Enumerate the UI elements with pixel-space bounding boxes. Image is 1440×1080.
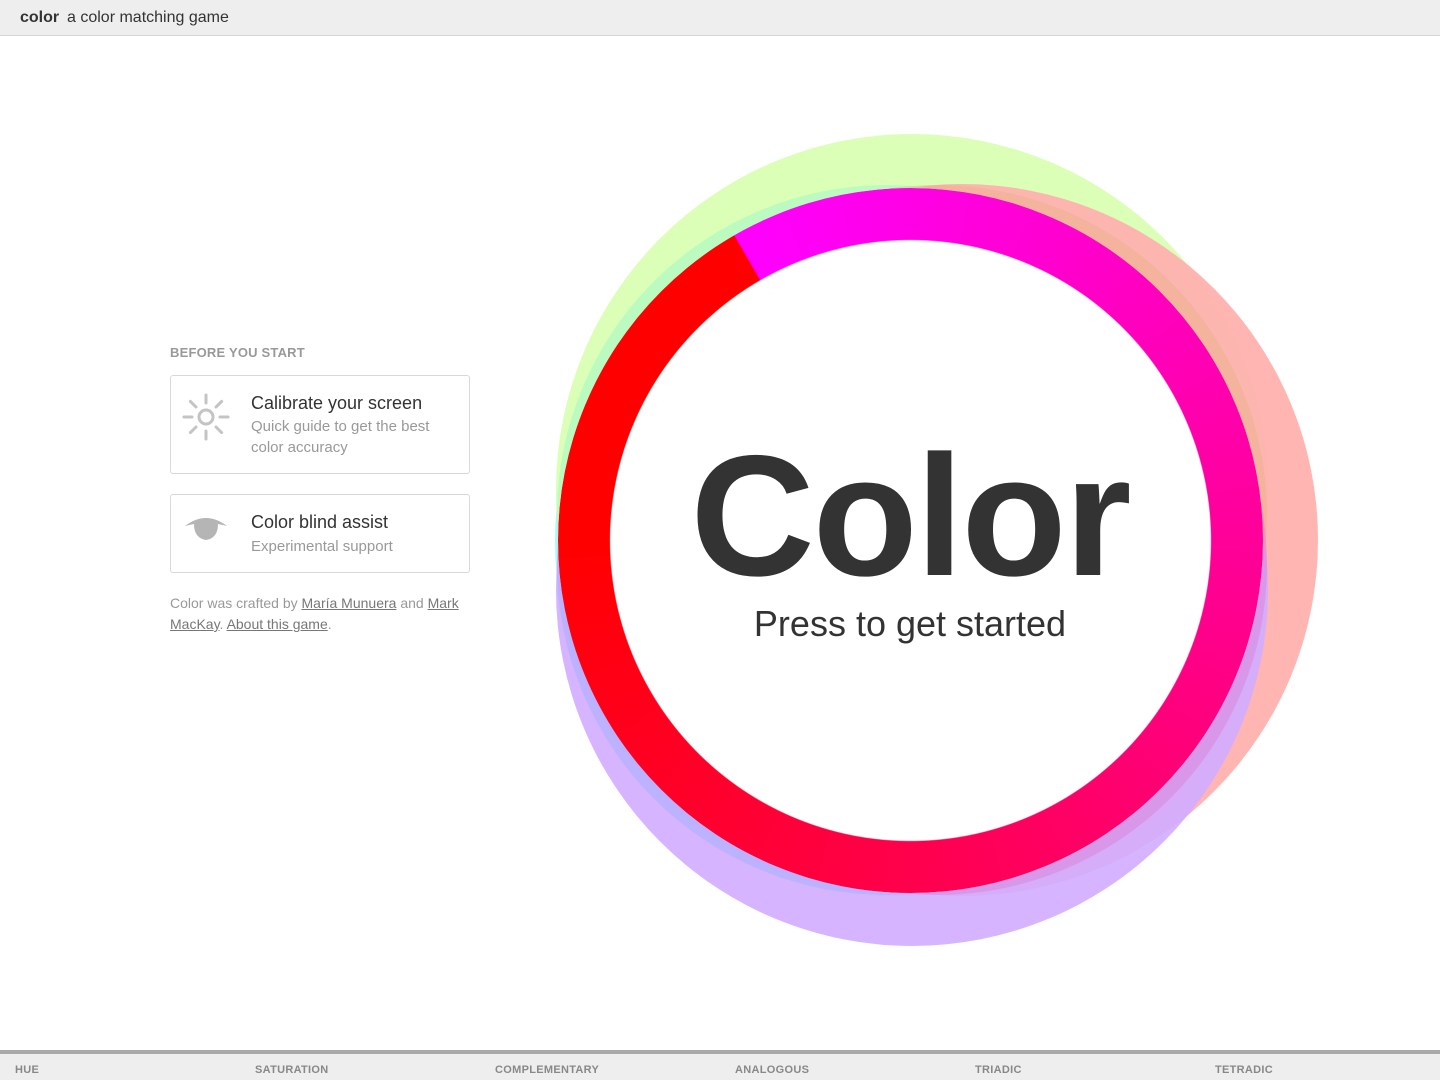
about-game-link[interactable]: About this game [227, 616, 328, 632]
mode-analogous[interactable]: ANALOGOUS [735, 1064, 809, 1076]
calibrate-screen-button[interactable]: Calibrate your screen Quick guide to get… [170, 375, 470, 474]
card-description: Quick guide to get the best color accura… [251, 418, 430, 456]
before-you-start-panel: BEFORE YOU START Calibrate your screen Q… [170, 346, 470, 635]
game-mode-bar: HUE SATURATION COMPLEMENTARY ANALOGOUS T… [0, 1050, 1440, 1080]
sun-icon [181, 391, 231, 446]
credits-prefix: Color was crafted by [170, 595, 302, 611]
author-link-maria[interactable]: María Munuera [302, 595, 397, 611]
start-game-button[interactable]: Color Press to get started [610, 240, 1210, 840]
card-description: Experimental support [251, 538, 393, 555]
card-title: Calibrate your screen [251, 393, 423, 413]
card-title: Color blind assist [251, 512, 389, 532]
eye-icon [181, 512, 231, 557]
tagline: a color matching game [67, 9, 229, 26]
mode-hue[interactable]: HUE [15, 1064, 39, 1076]
section-heading: BEFORE YOU START [170, 345, 305, 360]
top-bar: color a color matching game [0, 0, 1440, 36]
mode-complementary[interactable]: COMPLEMENTARY [495, 1064, 599, 1076]
credits-suffix: . [327, 616, 332, 632]
mode-triadic[interactable]: TRIADIC [975, 1064, 1022, 1076]
credits-joiner: and [396, 595, 428, 611]
mode-saturation[interactable]: SATURATION [255, 1064, 328, 1076]
credits-separator: . [219, 616, 227, 632]
game-title: Color [690, 420, 1131, 612]
mode-tetradic[interactable]: TETRADIC [1215, 1064, 1273, 1076]
color-blind-assist-button[interactable]: Color blind assist Experimental support [170, 494, 470, 573]
start-prompt: Press to get started [753, 603, 1067, 644]
credits: Color was crafted by María Munuera and M… [170, 593, 470, 635]
brand-logo[interactable]: color [20, 9, 59, 27]
